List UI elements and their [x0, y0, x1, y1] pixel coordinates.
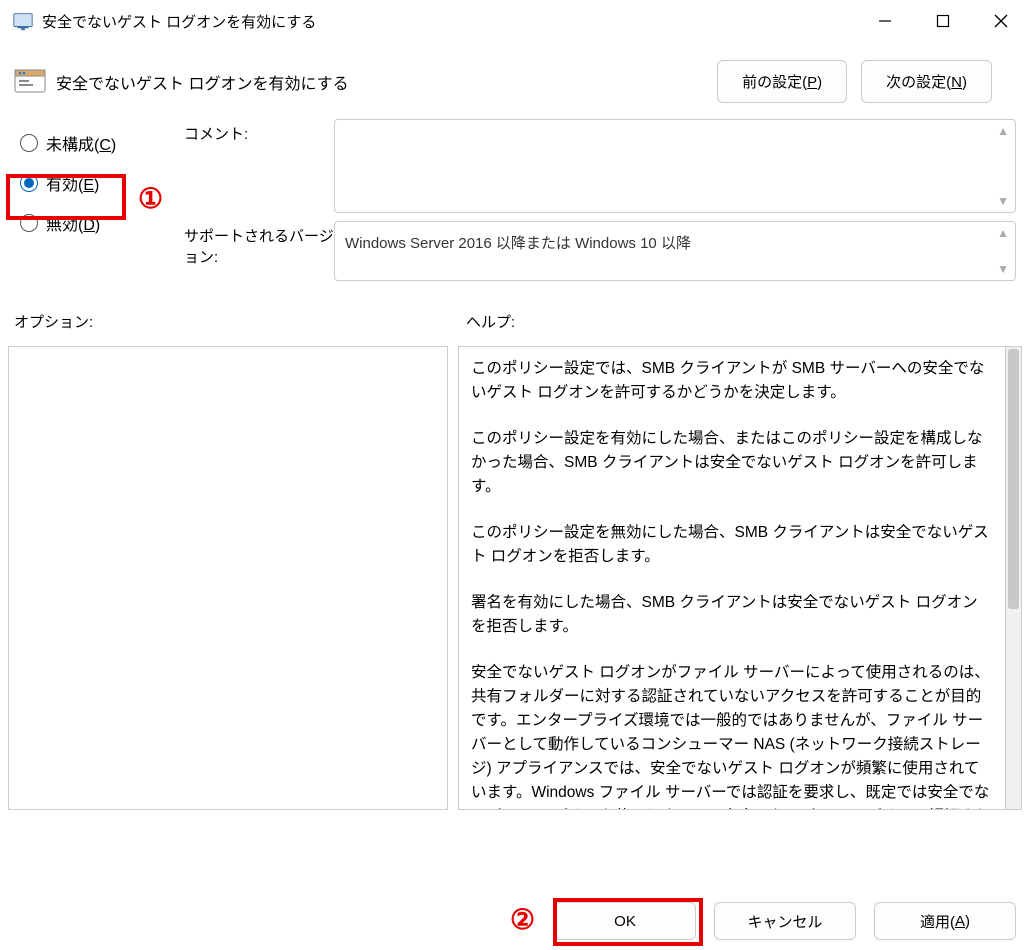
apply-button[interactable]: 適用(A)	[874, 902, 1016, 940]
window-title: 安全でないゲスト ログオンを有効にする	[42, 11, 316, 32]
options-section-label: オプション:	[14, 311, 466, 332]
comment-scroll-up-icon[interactable]: ▲	[997, 124, 1009, 138]
comment-input[interactable]: ▲ ▼	[334, 119, 1016, 213]
help-scrollbar[interactable]	[1006, 346, 1022, 810]
help-scrollbar-thumb[interactable]	[1008, 349, 1019, 609]
annotation-highlight-1	[6, 174, 126, 220]
policy-title: 安全でないゲスト ログオンを有効にする	[56, 70, 717, 94]
annotation-number-2: ②	[510, 903, 535, 936]
support-scroll-down-icon[interactable]: ▼	[997, 262, 1009, 276]
policy-header: 安全でないゲスト ログオンを有効にする 前の設定(P) 次の設定(N)	[0, 42, 1030, 113]
comment-label: コメント:	[184, 119, 334, 213]
help-paragraph: このポリシー設定では、SMB クライアントが SMB サーバーへの安全でないゲス…	[471, 357, 993, 405]
help-paragraph: このポリシー設定を有効にした場合、またはこのポリシー設定を構成しなかった場合、S…	[471, 427, 993, 499]
minimize-button[interactable]	[856, 0, 914, 42]
next-setting-button[interactable]: 次の設定(N)	[861, 60, 992, 103]
help-paragraph: 安全でないゲスト ログオンがファイル サーバーによって使用されるのは、共有フォル…	[471, 661, 993, 810]
title-bar: 安全でないゲスト ログオンを有効にする	[0, 0, 1030, 42]
help-paragraph: このポリシー設定を無効にした場合、SMB クライアントは安全でないゲスト ログオ…	[471, 521, 993, 569]
radio-not-configured[interactable]: 未構成(C)	[20, 131, 184, 155]
cancel-button[interactable]: キャンセル	[714, 902, 856, 940]
previous-setting-button[interactable]: 前の設定(P)	[717, 60, 847, 103]
app-icon	[12, 10, 34, 32]
help-paragraph: 署名を有効にした場合、SMB クライアントは安全でないゲスト ログオンを拒否しま…	[471, 591, 993, 639]
help-panel: このポリシー設定では、SMB クライアントが SMB サーバーへの安全でないゲス…	[458, 346, 1006, 810]
supported-on-value: Windows Server 2016 以降または Windows 10 以降 …	[334, 221, 1016, 281]
policy-icon	[14, 66, 46, 98]
close-button[interactable]	[972, 0, 1030, 42]
supported-on-label: サポートされるバージョン:	[184, 221, 334, 281]
options-panel	[8, 346, 448, 810]
annotation-number-1: ①	[138, 182, 163, 215]
annotation-highlight-2	[553, 898, 703, 946]
comment-scroll-down-icon[interactable]: ▼	[997, 194, 1009, 208]
help-section-label: ヘルプ:	[466, 311, 515, 332]
support-scroll-up-icon[interactable]: ▲	[997, 226, 1009, 240]
maximize-button[interactable]	[914, 0, 972, 42]
